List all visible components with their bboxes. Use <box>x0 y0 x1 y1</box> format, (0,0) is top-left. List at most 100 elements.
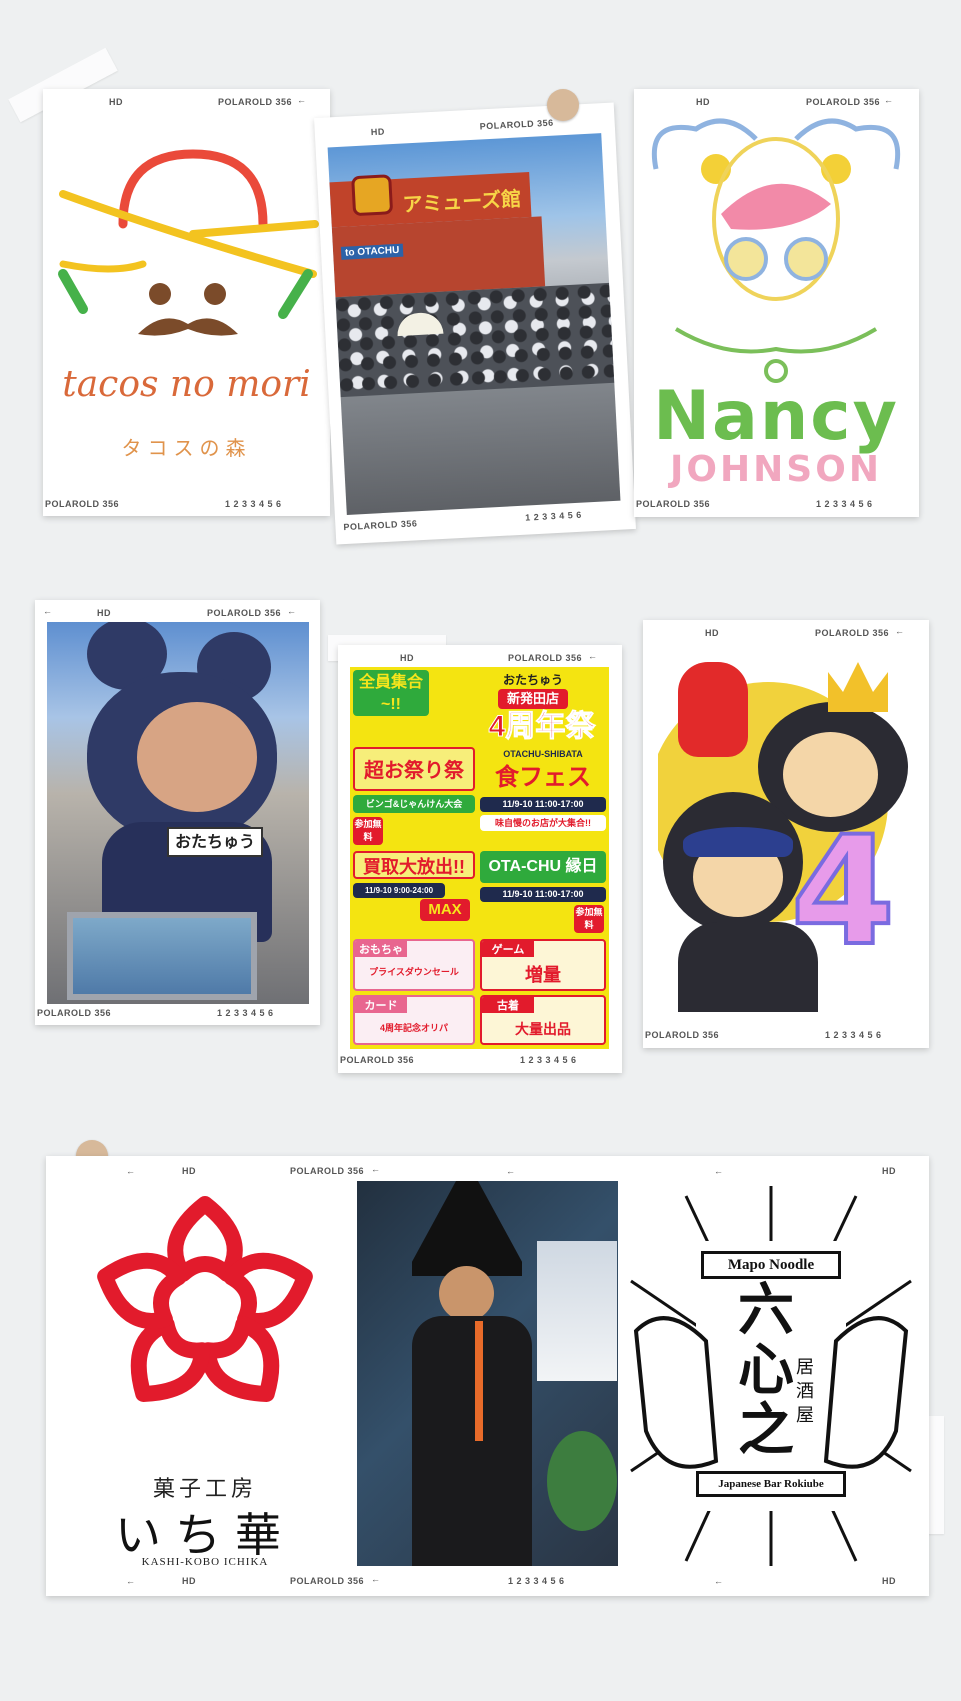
poster-top-left: 全員集合~!! <box>353 670 429 716</box>
caption-brand: POLAROLD 356 <box>806 97 881 107</box>
poster-sale-max: MAX <box>420 899 470 921</box>
caption-brand: POLAROLD 356 <box>479 117 554 132</box>
mapo-kanji: 六心之 <box>738 1278 794 1463</box>
caption-arrow: ← <box>126 1166 136 1176</box>
caption-arrow: ← <box>371 1574 381 1584</box>
poster-fes-main: 食フェス <box>495 764 591 791</box>
poster-store: 新発田店 <box>498 689 568 709</box>
plant <box>547 1431 617 1531</box>
caption-arrow: ← <box>884 95 894 105</box>
caption-arrow: ← <box>506 1166 516 1176</box>
tacos-logo: tacos no mori タコスの森 <box>53 114 320 489</box>
mapo-banner-top: Mapo Noodle <box>701 1251 841 1279</box>
caption-arrow: ← <box>126 1576 136 1586</box>
poster-game: ゲーム 増量 <box>480 939 606 991</box>
wizard-face <box>439 1266 494 1321</box>
wizard-hat <box>412 1181 522 1276</box>
polaroid-tacos[interactable]: HD POLAROLD 356 ← tacos no mori タコスの森 PO… <box>43 89 330 516</box>
caption-hd: HD <box>97 608 111 618</box>
poster-fes-title: OTACHU-SHIBATA <box>503 749 583 759</box>
caption-brand: POLAROLD 356 <box>508 653 583 663</box>
caption-brand-bottom: POLAROLD 356 <box>636 499 711 509</box>
caption-arrow: ← <box>588 651 598 661</box>
caption-brand-bottom: POLAROLD 356 <box>37 1008 112 1018</box>
polaroid-nancy[interactable]: HD POLAROLD 356 ← Nancy JOHNSON POLAROLD… <box>634 89 919 517</box>
caption-brand-bottom: POLAROLD 356 <box>645 1030 720 1040</box>
caption-frames: 1 2 3 3 4 5 6 <box>520 1055 577 1065</box>
caption-arrow: ← <box>287 606 297 616</box>
caption-brand-bottom: POLAROLD 356 <box>343 518 418 533</box>
caption-arrow: ← <box>895 626 905 636</box>
mascot-left-body <box>678 922 818 1012</box>
caption-hd: HD <box>182 1166 196 1176</box>
polaroid-mascot[interactable]: ← HD POLAROLD 356 ← おたちゅう POLAROLD 356 1… <box>35 600 320 1025</box>
polaroid-poster[interactable]: HD POLAROLD 356 ← 全員集合~!! おたちゅう 新発田店 4周年… <box>338 645 622 1073</box>
pushpin <box>547 89 579 121</box>
poster-card: カード 4周年記念オリパ <box>353 995 475 1045</box>
mascot-illustration: 4 <box>658 642 914 1024</box>
mascot-name-tag: おたちゅう <box>167 827 263 857</box>
poster-toy-text: プライスダウンセール <box>369 967 459 977</box>
poster-game-text: 増量 <box>525 965 561 985</box>
poster-fes-date: 11/9-10 11:00-17:00 <box>480 797 606 812</box>
polaroid-strip[interactable]: ← HD POLAROLD 356 ← ← ← HD 菓子工房 いち華 KASH… <box>46 1156 929 1596</box>
poster-card-label: カード <box>355 997 407 1013</box>
crowd-photo: アミューズ館 to OTACHU <box>327 133 621 515</box>
caption-arrow: ← <box>714 1576 724 1586</box>
poster-fes-note: 味自慢のお店が大集合!! <box>480 815 606 831</box>
cap-icon <box>683 827 793 857</box>
poster-ennichi-title: OTA-CHU 縁日 <box>480 851 606 883</box>
polaroid-crowd[interactable]: HD POLAROLD 356 アミューズ館 to OTACHU POLAROL… <box>314 102 636 545</box>
poster-ennichi-date: 11/9-10 11:00-17:00 <box>480 887 606 902</box>
caption-brand: POLAROLD 356 <box>290 1166 365 1176</box>
poster-free-2: 参加無料 <box>574 905 604 933</box>
caption-hd: HD <box>109 97 123 107</box>
caption-brand-bottom: POLAROLD 356 <box>45 499 120 509</box>
caption-brand: POLAROLD 356 <box>207 608 282 618</box>
poster-used-text: 大量出品 <box>515 1021 571 1037</box>
poster-toy: おもちゃ プライスダウンセール <box>353 939 475 991</box>
mascot-sign-icon <box>351 174 394 217</box>
caption-frames: 1 2 3 3 4 5 6 <box>508 1576 565 1586</box>
poster-game-label: ゲーム <box>482 941 534 957</box>
poster-sale-title: 買取大放出!! <box>353 851 475 879</box>
mapo-sub: 居酒屋 <box>796 1357 814 1426</box>
nancy-logo: Nancy JOHNSON <box>636 109 916 494</box>
polaroid-mascot-illustration[interactable]: HD POLAROLD 356 ← 4 POLAROLD 356 1 2 3 3… <box>643 620 929 1048</box>
poster-headline: 4周年祭 <box>488 710 596 744</box>
caption-frames: 1 2 3 3 4 5 6 <box>524 509 582 523</box>
mascot-photo: おたちゅう <box>47 622 309 1004</box>
caption-frames: 1 2 3 3 4 5 6 <box>816 499 873 509</box>
wizard-robe <box>412 1316 532 1566</box>
poster-brand: おたちゅう <box>502 673 563 687</box>
mapo-banner-bottom: Japanese Bar Rokiube <box>696 1471 846 1497</box>
wizard-photo <box>357 1181 618 1566</box>
mascot-face <box>137 702 257 812</box>
poster-used: 古着 大量出品 <box>480 995 606 1045</box>
crowd <box>335 282 615 398</box>
caption-brand-bottom: POLAROLD 356 <box>340 1055 415 1065</box>
nancy-bottom-text: JOHNSON <box>670 449 882 490</box>
tacos-script: tacos no mori <box>62 364 311 405</box>
caption-hd: HD <box>182 1576 196 1586</box>
hand-icon <box>678 662 748 757</box>
window-light <box>537 1241 617 1381</box>
caption-hd: HD <box>882 1166 896 1176</box>
caption-arrow: ← <box>43 606 53 616</box>
nancy-top-text: Nancy <box>653 377 899 456</box>
caption-hd: HD <box>705 628 719 638</box>
flower-icon <box>97 1196 313 1402</box>
ichika-logo: 菓子工房 いち華 KASHI-KOBO ICHIKA <box>60 1181 350 1571</box>
crown-icon <box>828 662 888 712</box>
caption-hd: HD <box>696 97 710 107</box>
tacos-katakana: タコスの森 <box>121 436 252 460</box>
caption-arrow: ← <box>297 95 307 105</box>
caption-hd: HD <box>400 653 414 663</box>
lanyard <box>475 1321 483 1441</box>
caption-hd: HD <box>882 1576 896 1586</box>
mapo-logo: Mapo Noodle 六心之 居酒屋 Japanese Bar Rokiube <box>626 1181 916 1571</box>
poster-used-label: 古着 <box>482 997 534 1013</box>
fishing-pool <box>67 912 257 1000</box>
caption-frames: 1 2 3 3 4 5 6 <box>825 1030 882 1040</box>
caption-brand: POLAROLD 356 <box>218 97 293 107</box>
